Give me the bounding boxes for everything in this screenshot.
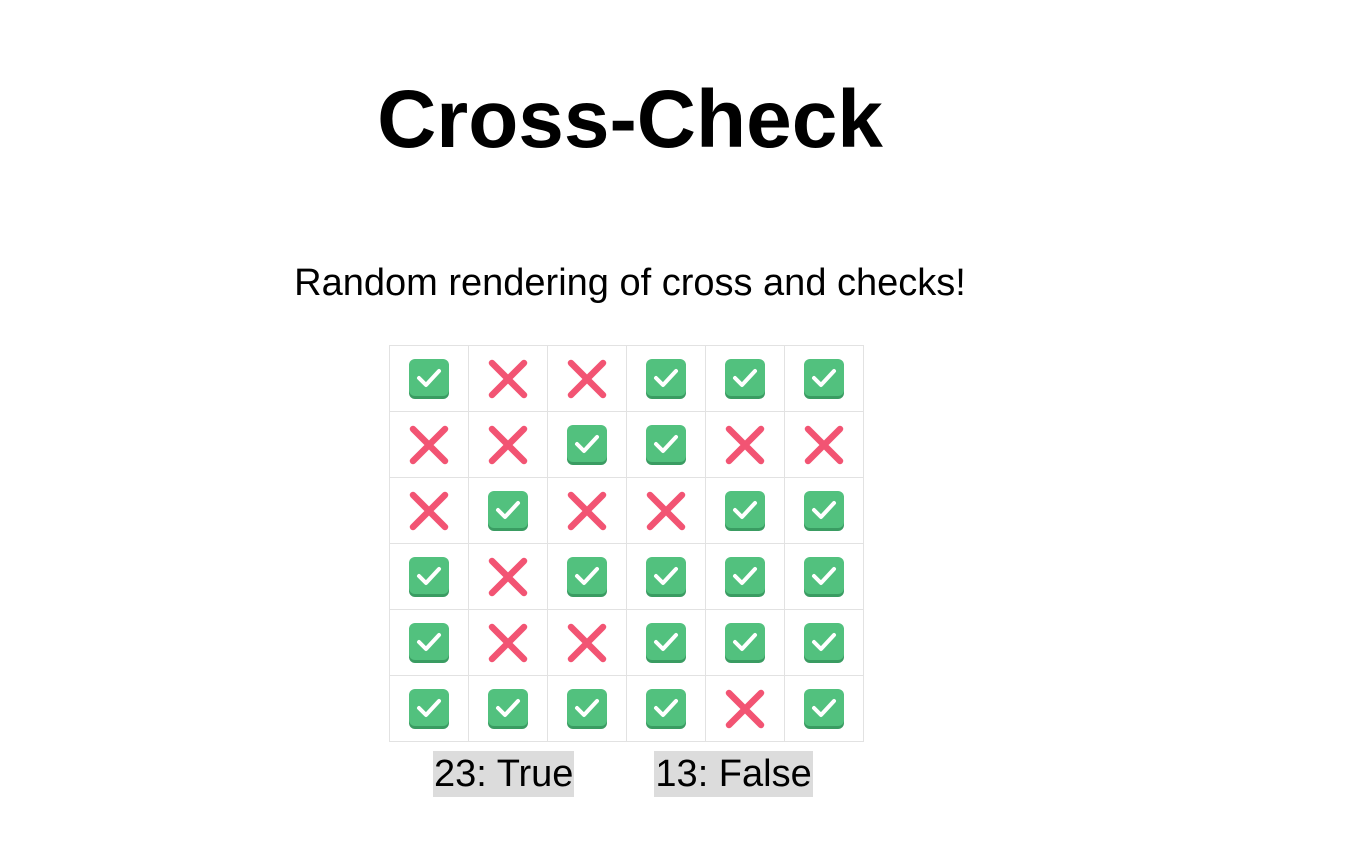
counts-row: 23: True 13: False xyxy=(433,751,813,797)
grid-cell xyxy=(468,609,548,676)
grid-row xyxy=(389,543,864,610)
grid-cell xyxy=(389,477,469,544)
cross-mark-icon xyxy=(487,358,529,400)
grid-body xyxy=(389,345,864,742)
grid-cell xyxy=(626,345,706,412)
check-mark-icon xyxy=(803,358,845,400)
grid-row xyxy=(389,675,864,742)
check-mark-icon xyxy=(566,556,608,598)
check-mark-icon xyxy=(803,622,845,664)
cross-mark-icon xyxy=(408,424,450,466)
grid-cell xyxy=(547,609,627,676)
grid-cell xyxy=(468,477,548,544)
grid-cell xyxy=(784,675,864,742)
check-mark-icon xyxy=(408,358,450,400)
cross-check-grid xyxy=(389,345,864,742)
check-mark-icon xyxy=(566,424,608,466)
grid-cell xyxy=(389,345,469,412)
check-mark-icon xyxy=(724,358,766,400)
grid-cell xyxy=(626,675,706,742)
grid-cell xyxy=(784,543,864,610)
check-mark-icon xyxy=(408,622,450,664)
grid-cell xyxy=(705,411,785,478)
grid-cell xyxy=(547,477,627,544)
cross-mark-icon xyxy=(408,490,450,532)
grid-cell xyxy=(547,411,627,478)
grid-cell xyxy=(389,675,469,742)
grid-cell xyxy=(705,609,785,676)
grid-cell xyxy=(468,345,548,412)
check-mark-icon xyxy=(803,688,845,730)
grid-row xyxy=(389,411,864,478)
grid-cell xyxy=(626,609,706,676)
check-mark-icon xyxy=(487,490,529,532)
check-mark-icon xyxy=(408,556,450,598)
page-title: Cross-Check xyxy=(377,74,883,165)
check-mark-icon xyxy=(645,358,687,400)
cross-mark-icon xyxy=(566,358,608,400)
grid-row xyxy=(389,477,864,544)
check-mark-icon xyxy=(645,622,687,664)
cross-mark-icon xyxy=(487,622,529,664)
grid-cell xyxy=(468,543,548,610)
grid-cell xyxy=(784,411,864,478)
check-mark-icon xyxy=(724,556,766,598)
grid-cell xyxy=(389,609,469,676)
check-mark-icon xyxy=(724,622,766,664)
check-mark-icon xyxy=(803,556,845,598)
false-count: 13: False xyxy=(654,751,813,797)
grid-cell xyxy=(705,543,785,610)
check-mark-icon xyxy=(724,490,766,532)
check-mark-icon xyxy=(487,688,529,730)
grid-cell xyxy=(468,675,548,742)
grid-cell xyxy=(468,411,548,478)
grid-cell xyxy=(784,477,864,544)
grid-cell xyxy=(784,345,864,412)
grid-cell xyxy=(705,675,785,742)
grid-cell xyxy=(547,675,627,742)
check-mark-icon xyxy=(566,688,608,730)
cross-mark-icon xyxy=(724,688,766,730)
check-mark-icon xyxy=(645,556,687,598)
grid-row xyxy=(389,609,864,676)
page-subtitle: Random rendering of cross and checks! xyxy=(294,262,966,304)
grid-cell xyxy=(705,345,785,412)
grid-cell xyxy=(547,543,627,610)
grid-cell xyxy=(784,609,864,676)
grid-cell xyxy=(626,411,706,478)
grid-cell xyxy=(389,411,469,478)
grid-cell xyxy=(389,543,469,610)
cross-mark-icon xyxy=(487,424,529,466)
grid-cell xyxy=(626,543,706,610)
page: Cross-Check Random rendering of cross an… xyxy=(0,0,1350,851)
check-mark-icon xyxy=(645,688,687,730)
grid-cell xyxy=(705,477,785,544)
cross-mark-icon xyxy=(724,424,766,466)
cross-mark-icon xyxy=(645,490,687,532)
grid-row xyxy=(389,345,864,412)
check-mark-icon xyxy=(645,424,687,466)
grid-cell xyxy=(626,477,706,544)
cross-mark-icon xyxy=(803,424,845,466)
check-mark-icon xyxy=(408,688,450,730)
cross-mark-icon xyxy=(566,490,608,532)
grid-cell xyxy=(547,345,627,412)
true-count: 23: True xyxy=(433,751,575,797)
check-mark-icon xyxy=(803,490,845,532)
cross-mark-icon xyxy=(566,622,608,664)
cross-mark-icon xyxy=(487,556,529,598)
